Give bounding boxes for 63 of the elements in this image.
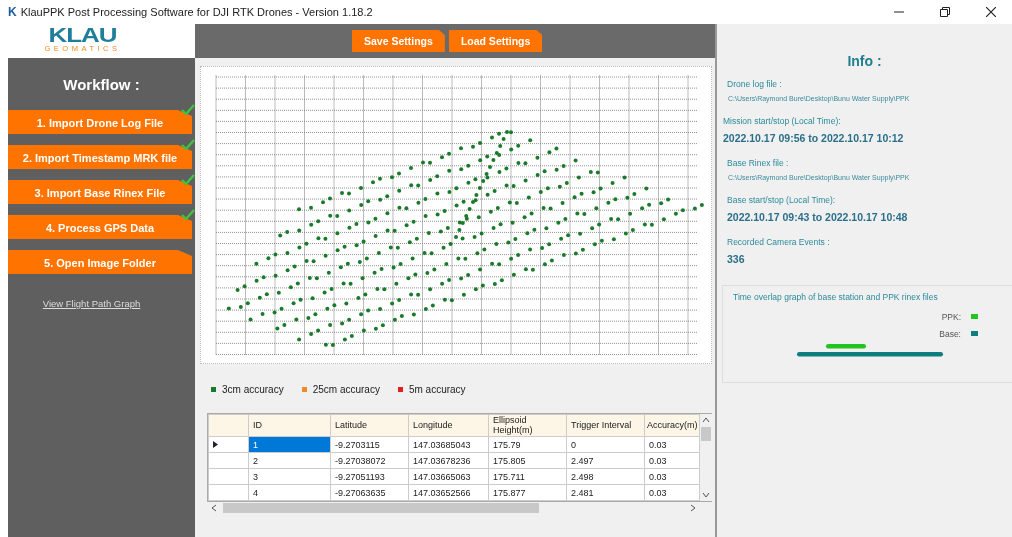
legend-label: 25cm accuracy <box>312 383 380 395</box>
info-label: Base start/stop (Local Time): <box>727 195 837 205</box>
info-label: Recorded Camera Events : <box>727 237 831 247</box>
time-bar <box>826 344 866 349</box>
legend-label: Base: <box>939 328 961 339</box>
legend-label: 3cm accuracy <box>222 383 284 395</box>
table-cell: 2.481 <box>566 484 645 501</box>
row-header <box>208 414 249 437</box>
current-row-icon <box>213 440 218 448</box>
table-cell: 0.03 <box>644 436 700 453</box>
table-cell: 175.711 <box>488 468 567 485</box>
scrollbar-thumb[interactable] <box>223 503 539 513</box>
scroll-right-icon[interactable] <box>690 504 696 512</box>
table-cell: 147.03665063 <box>408 468 489 485</box>
legend-label: PPK: <box>941 311 961 322</box>
table-cell: 4 <box>248 484 331 501</box>
time-range: 2022.10.17 09:56 to 2022.10.17 10:12 <box>723 132 905 144</box>
flight-path-link[interactable]: View Flight Path Graph <box>42 298 141 309</box>
column-header[interactable]: Ellipsoid Height(m) <box>488 414 567 437</box>
table-cell: 175.79 <box>488 436 567 453</box>
overlap-title: Time overlap graph of base station and PPK rinex files <box>733 292 939 302</box>
scrollbar-thumb[interactable] <box>701 427 711 441</box>
info-label: Base Rinex file : <box>727 158 790 168</box>
table-cell: -9.27038072 <box>330 452 409 469</box>
table-row[interactable]: 2 -9.27038072 147.03678236 175.805 2.497 0.03 <box>208 452 700 469</box>
table-cell: 2 <box>248 452 331 469</box>
table-cell: 147.03678236 <box>408 452 489 469</box>
column-header[interactable]: ID <box>248 414 331 437</box>
restore-icon[interactable] <box>940 7 950 17</box>
table-cell: 0 <box>566 436 645 453</box>
close-icon[interactable] <box>986 7 996 17</box>
table-row[interactable]: 1 -9.2703115 147.03685043 175.79 0 0.03 <box>208 436 700 453</box>
column-header[interactable]: Longitude <box>408 414 489 437</box>
scroll-down-icon[interactable] <box>702 492 710 498</box>
legend-label: 5m accuracy <box>408 383 466 395</box>
info-label: Drone log file : <box>727 79 783 89</box>
scroll-up-icon[interactable] <box>702 417 710 423</box>
app-icon: K <box>8 5 17 19</box>
table-cell: -9.2703115 <box>330 436 409 453</box>
column-header[interactable]: Accuracy(m) <box>644 414 700 437</box>
table-cell: -9.27051193 <box>330 468 409 485</box>
info-title: Info : <box>846 52 883 71</box>
table-row[interactable]: 3 -9.27051193 147.03665063 175.711 2.498 0.03 <box>208 468 700 485</box>
table-cell: 2.498 <box>566 468 645 485</box>
table-cell: -9.27063635 <box>330 484 409 501</box>
event-count: 336 <box>727 253 746 265</box>
table-cell: 147.03652566 <box>408 484 489 501</box>
table-cell: 175.877 <box>488 484 567 501</box>
table-cell: 2.497 <box>566 452 645 469</box>
table-row[interactable]: 4 -9.27063635 147.03652566 175.877 2.481 0.03 <box>208 484 700 501</box>
table-cell: 147.03685043 <box>408 436 489 453</box>
time-range: 2022.10.17 09:43 to 2022.10.17 10:48 <box>727 211 909 223</box>
scroll-left-icon[interactable] <box>211 504 217 512</box>
table-cell: 0.03 <box>644 484 700 501</box>
window-title: KlauPPK Post Processing Software for DJI RTK Drones - Version 1.18.2 <box>20 6 373 18</box>
column-header[interactable]: Trigger Interval <box>566 414 645 437</box>
workflow-title: Workflow : <box>62 75 141 95</box>
table-cell: 175.805 <box>488 452 567 469</box>
table-cell: 3 <box>248 468 331 485</box>
table-cell: 0.03 <box>644 468 700 485</box>
column-header[interactable]: Latitude <box>330 414 409 437</box>
table-cell: 0.03 <box>644 452 700 469</box>
info-label: Mission start/stop (Local Time): <box>723 116 842 126</box>
